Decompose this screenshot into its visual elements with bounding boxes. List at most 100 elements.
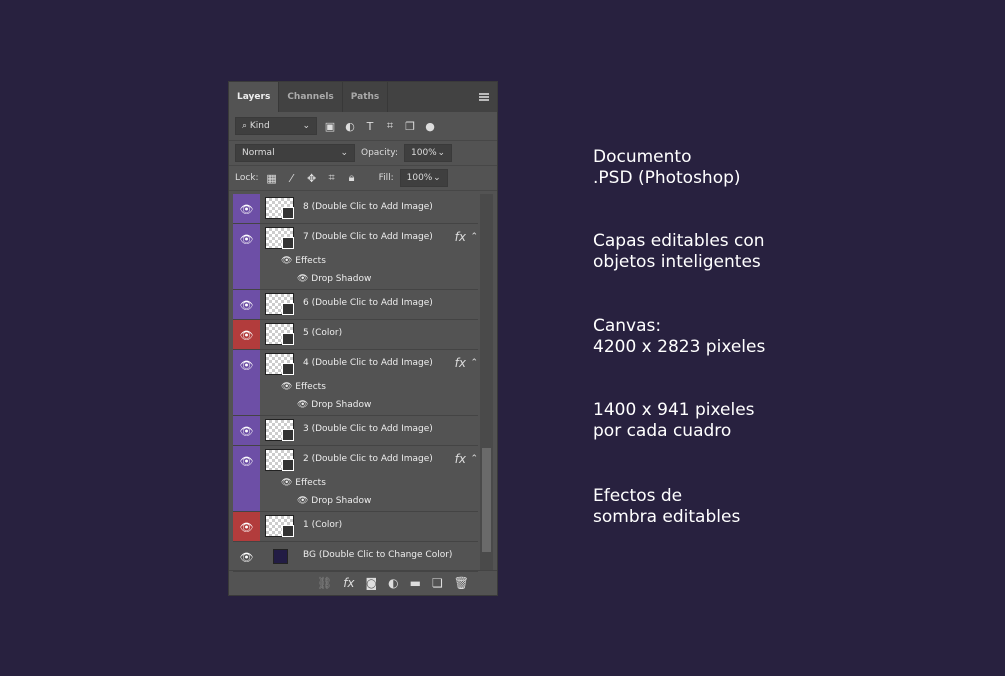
lock-label: Lock: <box>235 173 259 183</box>
layer-row[interactable]: 👁︎ 5 (Color) <box>233 320 478 350</box>
info-line: Efectos de <box>593 486 683 506</box>
collapse-effects-icon[interactable]: ⌃ <box>470 358 478 368</box>
layer-row[interactable]: 👁︎ 8 (Double Clic to Add Image) <box>233 194 478 224</box>
layer-name: 2 (Double Clic to Add Image) <box>303 454 433 464</box>
new-group-icon[interactable]: ▬ <box>410 576 421 590</box>
image-filter-icon[interactable]: ▣ <box>323 120 337 133</box>
new-layer-icon[interactable]: ❏ <box>432 576 443 590</box>
lock-transparent-icon[interactable]: ▦ <box>265 172 279 185</box>
lock-row: Lock: ▦ ⁄ ✥ ⌗ 🔒︎ Fill: 100% ⌄ <box>229 166 497 191</box>
blend-mode-select[interactable]: Normal ⌄ <box>235 144 355 162</box>
fill-input[interactable]: 100% ⌄ <box>399 169 448 187</box>
smart-object-thumbnail[interactable] <box>265 227 294 249</box>
layer-row[interactable]: 👁︎ 7 (Double Clic to Add Image) fx ⌃ 👁︎ Effe… <box>233 224 478 290</box>
tab-paths[interactable]: Paths <box>343 82 389 112</box>
link-layers-icon[interactable]: ⛓ <box>317 576 332 590</box>
add-mask-icon[interactable]: ◙ <box>366 576 378 590</box>
layer-row[interactable]: 👁︎ BG (Double Clic to Change Color) <box>233 542 478 572</box>
layer-name: 4 (Double Clic to Add Image) <box>303 358 433 368</box>
smart-object-thumbnail[interactable] <box>265 449 294 471</box>
visibility-eye-icon[interactable]: 👁︎ <box>233 416 260 445</box>
layer-name: 5 (Color) <box>303 328 343 338</box>
layer-row[interactable]: 👁︎ 4 (Double Clic to Add Image) fx ⌃ 👁︎ Effe… <box>233 350 478 416</box>
visibility-eye-icon[interactable]: 👁︎ <box>233 512 260 541</box>
smart-object-thumbnail[interactable] <box>265 197 294 219</box>
smart-object-thumbnail[interactable] <box>265 293 294 315</box>
drop-shadow-label: Drop Shadow <box>311 274 372 284</box>
shape-filter-icon[interactable]: ⌗ <box>383 119 397 133</box>
fx-icon[interactable]: fx <box>455 452 466 466</box>
delete-layer-icon[interactable]: 🗑︎ <box>454 576 469 590</box>
visibility-eye-icon[interactable]: 👁︎ <box>233 542 260 571</box>
effects-row[interactable]: 👁︎ Effects <box>281 478 326 488</box>
fill-value: 100% <box>406 173 433 183</box>
opacity-input[interactable]: 100% ⌄ <box>404 144 452 162</box>
collapse-effects-icon[interactable]: ⌃ <box>470 232 478 242</box>
layer-row[interactable]: 👁︎ 3 (Double Clic to Add Image) <box>233 416 478 446</box>
fill-label: Fill: <box>378 173 394 183</box>
drop-shadow-row[interactable]: 👁︎ Drop Shadow <box>297 496 371 506</box>
tab-layers[interactable]: Layers <box>229 82 280 112</box>
visibility-eye-icon[interactable]: 👁︎ <box>233 224 260 289</box>
panel-footer: ⛓ fx ◙ ◐ ▬ ❏ 🗑︎ <box>229 570 497 595</box>
adjustment-filter-icon[interactable]: ◐ <box>343 120 357 133</box>
opacity-label: Opacity: <box>361 148 398 158</box>
lock-artboard-icon[interactable]: ⌗ <box>325 171 339 185</box>
effects-label: Effects <box>295 382 326 392</box>
visibility-eye-icon[interactable]: 👁︎ <box>233 350 260 415</box>
fx-icon[interactable]: fx <box>455 230 466 244</box>
type-filter-icon[interactable]: T <box>363 120 377 133</box>
tab-channels[interactable]: Channels <box>279 82 343 112</box>
layer-name: 1 (Color) <box>303 520 343 530</box>
smart-object-thumbnail[interactable] <box>265 515 294 537</box>
smart-object-thumbnail[interactable] <box>265 353 294 375</box>
drop-shadow-row[interactable]: 👁︎ Drop Shadow <box>297 274 371 284</box>
filter-row: ⌕ Kind ⌄ ▣ ◐ T ⌗ ❐ ● <box>229 112 497 141</box>
info-line: sombra editables <box>593 507 741 527</box>
info-line: Documento <box>593 147 692 167</box>
layer-row[interactable]: 👁︎ 1 (Color) <box>233 512 478 542</box>
layer-name: 7 (Double Clic to Add Image) <box>303 232 433 242</box>
layers-list: 👁︎ 8 (Double Clic to Add Image) 👁︎ 7 (Doubl… <box>229 194 497 572</box>
info-line: .PSD (Photoshop) <box>593 168 741 188</box>
lock-all-icon[interactable]: 🔒︎ <box>345 171 359 185</box>
lock-position-icon[interactable]: ✥ <box>305 172 319 185</box>
info-line: Canvas: <box>593 316 662 336</box>
effects-row[interactable]: 👁︎ Effects <box>281 382 326 392</box>
visibility-eye-icon[interactable]: 👁︎ <box>233 290 260 319</box>
effects-label: Effects <box>295 478 326 488</box>
add-style-icon[interactable]: fx <box>343 576 354 590</box>
info-line: 4200 x 2823 pixeles <box>593 337 766 357</box>
info-line: Capas editables con <box>593 231 765 251</box>
layer-row[interactable]: 👁︎ 6 (Double Clic to Add Image) <box>233 290 478 320</box>
new-adjustment-icon[interactable]: ◐ <box>388 576 398 590</box>
info-line: objetos inteligentes <box>593 252 761 272</box>
layer-name: 6 (Double Clic to Add Image) <box>303 298 433 308</box>
panel-tabs: Layers Channels Paths <box>229 82 497 112</box>
info-line: 1400 x 941 pixeles <box>593 400 755 420</box>
effects-label: Effects <box>295 256 326 266</box>
layer-row[interactable]: 👁︎ 2 (Double Clic to Add Image) fx ⌃ 👁︎ Effe… <box>233 446 478 512</box>
scrollbar-thumb[interactable] <box>482 448 491 552</box>
blend-row: Normal ⌄ Opacity: 100% ⌄ <box>229 141 497 166</box>
visibility-eye-icon[interactable]: 👁︎ <box>233 320 260 349</box>
bg-color-swatch[interactable] <box>273 549 288 564</box>
lock-brush-icon[interactable]: ⁄ <box>285 172 299 185</box>
visibility-eye-icon[interactable]: 👁︎ <box>233 446 260 511</box>
blend-mode-value: Normal <box>242 148 275 158</box>
panel-menu-icon[interactable] <box>479 93 489 101</box>
drop-shadow-label: Drop Shadow <box>311 496 372 506</box>
fx-icon[interactable]: fx <box>455 356 466 370</box>
smart-object-thumbnail[interactable] <box>265 419 294 441</box>
smart-object-filter-icon[interactable]: ❐ <box>403 120 417 133</box>
smart-object-thumbnail[interactable] <box>265 323 294 345</box>
layer-name: 3 (Double Clic to Add Image) <box>303 424 433 434</box>
filter-toggle-icon[interactable]: ● <box>423 120 437 133</box>
layer-name: BG (Double Clic to Change Color) <box>303 550 453 560</box>
visibility-eye-icon[interactable]: 👁︎ <box>233 194 260 223</box>
effects-row[interactable]: 👁︎ Effects <box>281 256 326 266</box>
filter-kind-select[interactable]: ⌕ Kind ⌄ <box>235 117 317 135</box>
drop-shadow-row[interactable]: 👁︎ Drop Shadow <box>297 400 371 410</box>
layers-scrollbar[interactable] <box>480 194 493 570</box>
collapse-effects-icon[interactable]: ⌃ <box>470 454 478 464</box>
